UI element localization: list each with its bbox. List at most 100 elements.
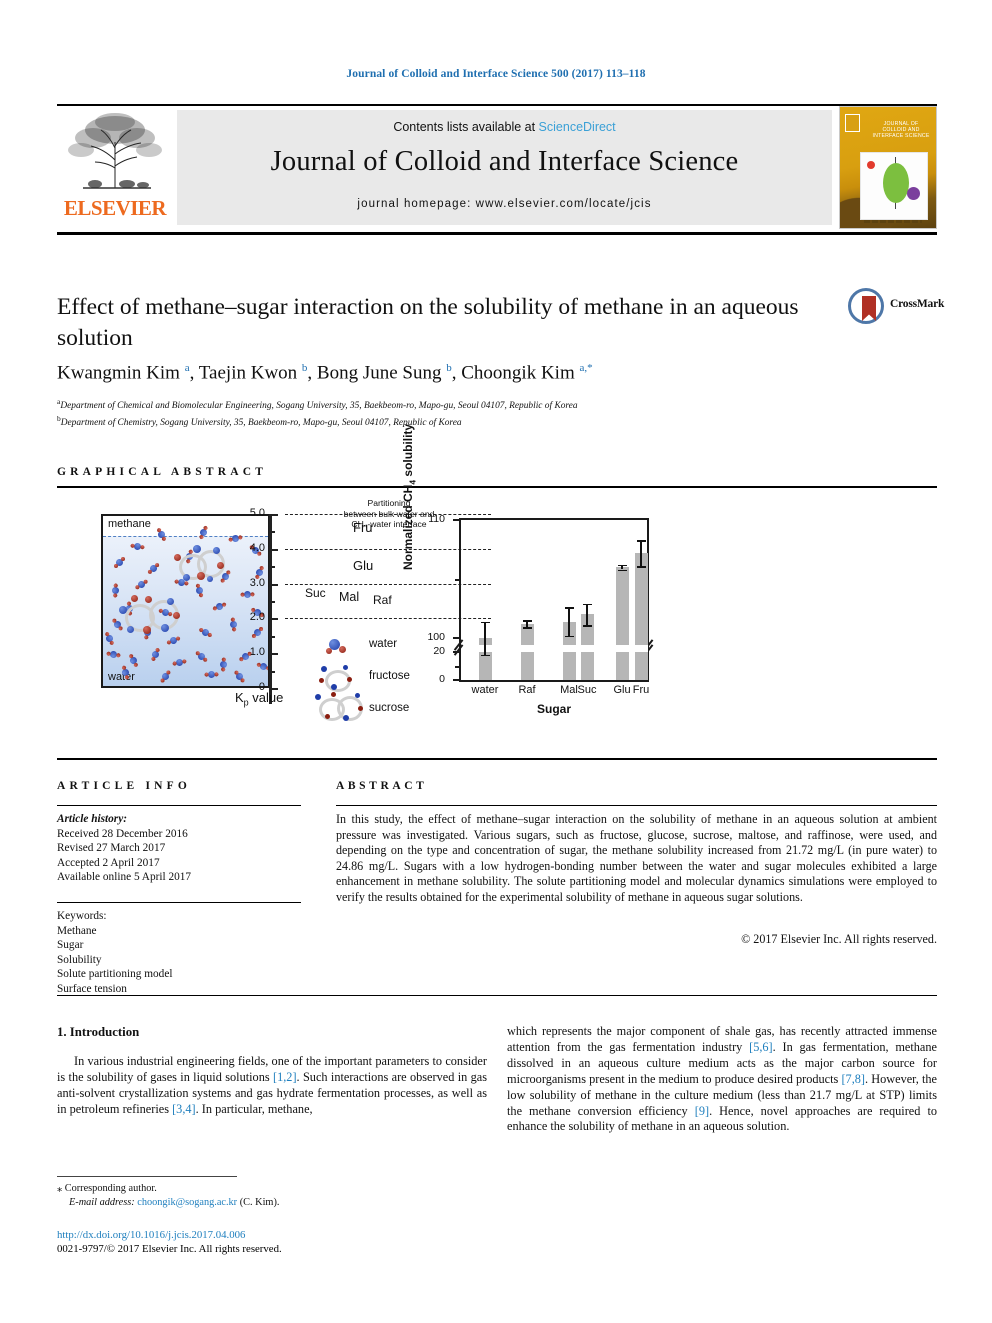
water-molecule xyxy=(112,618,123,631)
keyword-item: Solubility xyxy=(57,953,102,966)
abstract-rule xyxy=(336,805,937,807)
crossmark-badge[interactable]: CrossMark xyxy=(848,288,944,326)
elsevier-wordmark: ELSEVIER xyxy=(63,196,167,220)
corresponding-author-line: ⁎ Corresponding author. xyxy=(57,1182,487,1196)
citation-link[interactable]: [9] xyxy=(695,1104,709,1118)
error-bar-water xyxy=(484,621,486,655)
cover-figure-image xyxy=(860,152,928,220)
keyword-item: Sugar xyxy=(57,939,84,952)
error-bar-mal xyxy=(568,607,570,636)
kp-marker-mal: Mal xyxy=(339,589,360,604)
running-head: Journal of Colloid and Interface Science… xyxy=(346,68,646,80)
article-history: Article history: Received 28 December 201… xyxy=(57,812,301,885)
citation-link[interactable]: [1,2] xyxy=(273,1070,297,1084)
error-bar-fru xyxy=(640,540,642,567)
graphical-abstract-figure: methane water Partitioning between bulk … xyxy=(57,424,937,742)
masthead-bottom-rule xyxy=(57,232,937,235)
graphical-abstract-rule xyxy=(57,486,937,488)
kp-tick-3.0: 3.0 xyxy=(249,576,265,589)
keywords-label: Keywords: xyxy=(57,910,107,922)
elsevier-logo: ELSEVIER xyxy=(57,106,172,229)
paper-page: Journal of Colloid and Interface Science… xyxy=(0,0,992,1323)
chart-ytick-0: 0 xyxy=(439,673,445,685)
bar-glu xyxy=(615,567,629,680)
legend-fructose-icon xyxy=(319,664,357,692)
kp-tick-5.0: 5.0 xyxy=(249,507,265,519)
issn-copyright-line: 0021-9797/© 2017 Elsevier Inc. All right… xyxy=(57,1243,282,1255)
kp-axis-label: Kp value xyxy=(235,690,284,708)
legend-label-sucrose: sucrose xyxy=(369,702,410,714)
water-molecule xyxy=(114,557,125,568)
water-molecule xyxy=(135,579,148,590)
article-history-item: Accepted 2 April 2017 xyxy=(57,856,160,869)
cover-title-text: JOURNAL OF COLLOID AND INTERFACE SCIENCE xyxy=(872,121,930,139)
introduction-right-column: which represents the major component of … xyxy=(507,1024,938,1134)
keyword-item: Methane xyxy=(57,924,97,937)
methane-label: methane xyxy=(108,518,151,530)
doi-link[interactable]: http://dx.doi.org/10.1016/j.jcis.2017.04… xyxy=(57,1228,487,1242)
water-molecule xyxy=(109,582,122,599)
affiliation-b: bDepartment of Chemistry, Sogang Univers… xyxy=(57,413,462,428)
abstract-heading: ABSTRACT xyxy=(336,780,428,792)
journal-cover-thumbnail: JOURNAL OF COLLOID AND INTERFACE SCIENCE xyxy=(839,106,937,229)
contents-prefix: Contents lists available at xyxy=(393,120,539,134)
water-molecule xyxy=(212,601,227,613)
article-history-item: Received 28 December 2016 xyxy=(57,827,188,840)
email-link[interactable]: choongik@sogang.ac.kr xyxy=(137,1197,237,1208)
article-info-rule xyxy=(57,805,301,807)
chart-ytick-110: 110 xyxy=(428,513,445,525)
solubility-bar-chart: Normalized CH4 solubility 110 100 20 0 water… xyxy=(401,424,664,729)
water-molecule xyxy=(198,627,213,638)
water-molecule xyxy=(160,670,171,683)
citation-link[interactable]: [3,4] xyxy=(172,1102,196,1116)
citation-link[interactable]: [7,8] xyxy=(841,1072,865,1086)
citation-link[interactable]: [5,6] xyxy=(749,1040,773,1054)
water-molecule xyxy=(104,631,115,646)
chart-x-axis xyxy=(459,680,649,683)
chart-y-axis-label: Normalized CH4 solubility xyxy=(401,423,418,570)
water-molecule xyxy=(256,661,268,673)
chart-xtick-water: water xyxy=(471,684,499,696)
bar-fru xyxy=(634,553,648,680)
water-molecule xyxy=(166,635,181,647)
kp-tick-2.0: 2.0 xyxy=(249,611,265,624)
abstract-text: In this study, the effect of methane–sug… xyxy=(336,812,937,904)
author-list: Kwangmin Kim a, Taejin Kwon b, Bong June… xyxy=(57,362,593,384)
corresponding-label: Corresponding author. xyxy=(64,1183,157,1194)
corresponding-marker: ⁎ xyxy=(57,1183,63,1194)
water-molecule xyxy=(193,583,205,598)
keyword-item: Solute partitioning model xyxy=(57,968,173,981)
water-molecule xyxy=(171,656,188,668)
molecular-simulation-panel: methane water xyxy=(101,514,270,688)
water-molecule xyxy=(156,527,167,542)
error-bar-suc xyxy=(586,603,588,625)
graphical-abstract-bottom-rule xyxy=(57,758,937,760)
contents-line: Contents lists available at ScienceDirec… xyxy=(177,120,832,134)
kp-axis-line xyxy=(269,514,272,704)
water-molecule xyxy=(150,647,162,662)
article-info-rule-2 xyxy=(57,902,301,904)
corresponding-author-note: ⁎ Corresponding author. E-mail address: c… xyxy=(57,1182,487,1210)
water-molecule xyxy=(217,656,230,673)
journal-masthead: ELSEVIER Contents lists available at Sci… xyxy=(57,106,937,229)
page-title: Effect of methane–sugar interaction on t… xyxy=(57,294,799,351)
legend-sucrose-icon xyxy=(315,692,363,722)
email-line: E-mail address: choongik@sogang.ac.kr (C… xyxy=(57,1196,487,1210)
journal-title: Journal of Colloid and Interface Science xyxy=(270,146,739,177)
kp-marker-suc: Suc xyxy=(305,586,326,600)
doi-block: http://dx.doi.org/10.1016/j.jcis.2017.04… xyxy=(57,1228,487,1256)
journal-homepage-link[interactable]: journal homepage: www.elsevier.com/locat… xyxy=(177,198,832,210)
crossmark-label: CrossMark xyxy=(890,298,945,310)
y-axis-break-left xyxy=(453,639,465,656)
email-owner: (C. Kim). xyxy=(239,1197,280,1208)
kp-tick-1.0: 1.0 xyxy=(249,646,265,659)
water-molecule xyxy=(227,616,240,633)
sciencedirect-link[interactable]: ScienceDirect xyxy=(539,120,616,134)
elsevier-tree-icon xyxy=(68,113,162,189)
kp-marker-raf: Raf xyxy=(373,593,392,607)
water-molecule xyxy=(251,627,264,638)
legend-label-fructose: fructose xyxy=(369,670,410,682)
article-info-heading: ARTICLE INFO xyxy=(57,780,192,792)
article-history-item: Revised 27 March 2017 xyxy=(57,842,166,855)
water-molecule xyxy=(195,651,208,662)
